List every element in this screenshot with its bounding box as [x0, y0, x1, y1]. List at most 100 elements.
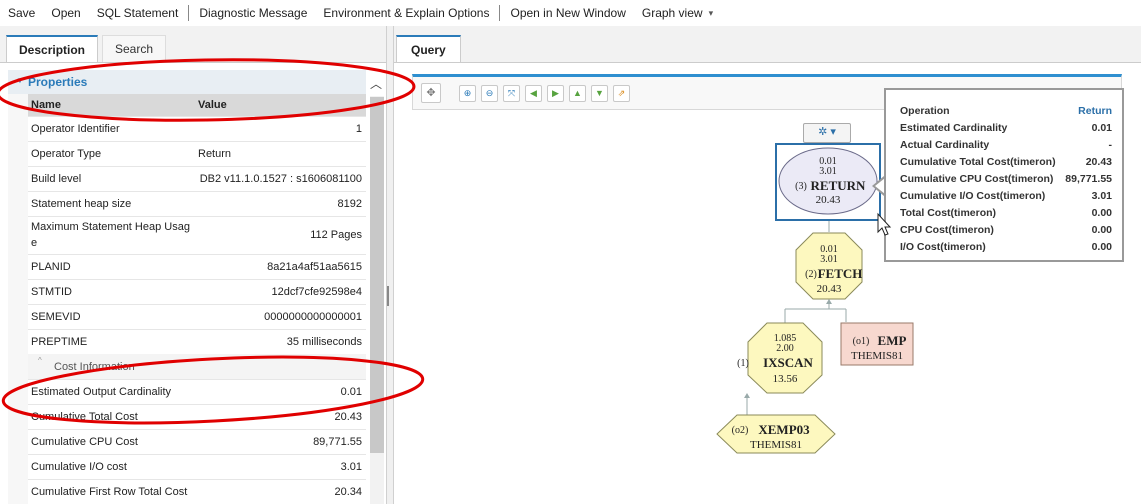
- row-name: SEMEVID: [31, 311, 81, 323]
- table-row[interactable]: Operator Identifier 1: [28, 116, 366, 142]
- row-name: Cumulative I/O cost: [31, 461, 127, 473]
- row-name: Estimated Output Cardinality: [31, 386, 172, 398]
- node-tooltip: Operation Return Estimated Cardinality 0…: [884, 88, 1124, 262]
- tooltip-row: Cumulative Total Cost(timeron) 20.43: [900, 156, 1112, 168]
- tooltip-value: 0.01: [1091, 122, 1112, 134]
- row-value: 8a21a4af51aa5615: [267, 261, 362, 273]
- tooltip-label: CPU Cost(timeron): [900, 224, 994, 236]
- tab-description[interactable]: Description: [6, 35, 99, 62]
- emp-id: (o1): [853, 336, 870, 347]
- table-row[interactable]: Statement heap size 8192: [28, 191, 366, 217]
- emp-label: EMP: [878, 333, 907, 348]
- left-tab-bar: Description Search: [0, 26, 386, 63]
- tooltip-row: I/O Cost(timeron) 0.00: [900, 241, 1112, 253]
- tooltip-row: Estimated Cardinality 0.01: [900, 122, 1112, 134]
- tooltip-value: 0.00: [1091, 241, 1112, 253]
- row-name: STMTID: [31, 286, 72, 298]
- table-row[interactable]: STMTID 12dcf7cfe92598e4: [28, 279, 366, 305]
- row-value: 0000000000000001: [264, 311, 362, 323]
- fetch-cost: 20.43: [817, 283, 842, 295]
- row-name: Cumulative Total Cost: [31, 411, 138, 423]
- emp-schema: THEMIS81: [851, 350, 903, 362]
- fetch-id: (2): [805, 269, 817, 280]
- row-name: Maximum Statement Heap Usag: [31, 221, 190, 233]
- properties-section: ▼ Properties ︿ Name Value Operator Ident…: [8, 70, 386, 504]
- table-row[interactable]: Operator Type Return: [28, 141, 366, 167]
- cost-information-section[interactable]: ^ Cost Information: [28, 354, 366, 380]
- scrollbar-thumb[interactable]: [370, 97, 384, 453]
- row-name: Build level: [31, 173, 82, 185]
- row-value: 12dcf7cfe92598e4: [271, 286, 362, 298]
- open-new-window-button[interactable]: Open in New Window: [502, 6, 633, 20]
- row-value: 20.43: [334, 411, 362, 423]
- table-row[interactable]: Estimated Output Cardinality 0.01: [28, 379, 366, 405]
- gear-icon[interactable]: ✲ ▾: [818, 126, 836, 138]
- collapse-caret-icon[interactable]: ^: [38, 356, 42, 365]
- row-name: Cumulative First Row Total Cost: [31, 486, 188, 498]
- fetch-io: 3.01: [820, 254, 838, 265]
- table-row[interactable]: Cumulative CPU Cost 89,771.55: [28, 429, 366, 455]
- table-row[interactable]: SEMEVID 0000000000000001: [28, 304, 366, 330]
- save-button[interactable]: Save: [0, 6, 43, 20]
- tooltip-row: Actual Cardinality -: [900, 139, 1112, 151]
- table-row[interactable]: Cumulative First Row Total Cost 20.34: [28, 479, 366, 504]
- row-value: 89,771.55: [313, 436, 362, 448]
- table-row[interactable]: Maximum Statement Heap Usag e 112 Pages: [28, 216, 366, 255]
- diagnostic-message-button[interactable]: Diagnostic Message: [191, 6, 315, 20]
- graph-view-dropdown[interactable]: Graph view: [634, 6, 711, 20]
- main-toolbar: Save Open SQL Statement Diagnostic Messa…: [0, 0, 1141, 27]
- return-io: 3.01: [819, 166, 837, 177]
- splitter-grip[interactable]: [387, 286, 389, 306]
- table-row[interactable]: Build level DB2 v11.1.0.1527 : s16060811…: [28, 166, 366, 192]
- ixscan-id: (1): [737, 358, 749, 369]
- fetch-label: FETCH: [818, 266, 863, 281]
- row-value: 3.01: [340, 461, 362, 473]
- node-settings-button[interactable]: ✲ ▾: [803, 123, 851, 143]
- tooltip-label: Estimated Cardinality: [900, 122, 1008, 134]
- return-id: (3): [795, 181, 807, 192]
- ixscan-cost: 13.56: [773, 373, 798, 385]
- tooltip-value: -: [1108, 139, 1113, 151]
- expand-caret-icon[interactable]: ▼: [16, 76, 24, 85]
- row-name: Statement heap size: [31, 198, 132, 210]
- row-value: 112 Pages: [310, 229, 362, 241]
- grid-header: Name Value: [28, 94, 366, 117]
- row-name: PLANID: [31, 261, 71, 273]
- ixscan-io: 2.00: [776, 343, 794, 354]
- table-row[interactable]: Cumulative Total Cost 20.43: [28, 404, 366, 430]
- tooltip-value: 89,771.55: [1065, 173, 1112, 185]
- row-name: Cumulative CPU Cost: [31, 436, 138, 448]
- table-row[interactable]: PLANID 8a21a4af51aa5615: [28, 254, 366, 280]
- tooltip-row: CPU Cost(timeron) 0.00: [900, 224, 1112, 236]
- tooltip-value: 0.00: [1091, 224, 1112, 236]
- sql-statement-button[interactable]: SQL Statement: [89, 6, 187, 20]
- tooltip-label: Actual Cardinality: [900, 139, 990, 151]
- tooltip-value: 20.43: [1085, 156, 1112, 168]
- scroll-up-icon[interactable]: ︿: [370, 75, 382, 92]
- toolbar-separator: [188, 5, 190, 21]
- table-row[interactable]: Cumulative I/O cost 3.01: [28, 454, 366, 480]
- tooltip-row: Cumulative CPU Cost(timeron) 89,771.55: [900, 173, 1112, 185]
- tooltip-label: Cumulative Total Cost(timeron): [900, 156, 1056, 168]
- tooltip-value: 0.00: [1091, 207, 1112, 219]
- row-value: 35 milliseconds: [286, 336, 362, 348]
- tab-search[interactable]: Search: [102, 35, 167, 62]
- tooltip-label: Cumulative CPU Cost(timeron): [900, 173, 1054, 185]
- row-value: 20.34: [334, 486, 362, 498]
- panel-splitter[interactable]: [386, 26, 394, 504]
- open-button[interactable]: Open: [43, 6, 88, 20]
- table-row[interactable]: PREPTIME 35 milliseconds: [28, 329, 366, 355]
- section-title: Cost Information: [54, 361, 135, 373]
- tooltip-label: Total Cost(timeron): [900, 207, 997, 219]
- ixscan-label: IXSCAN: [763, 355, 813, 370]
- row-value: 8192: [337, 198, 362, 210]
- tooltip-label: I/O Cost(timeron): [900, 241, 986, 253]
- xemp03-schema: THEMIS81: [750, 439, 802, 451]
- environment-explain-button[interactable]: Environment & Explain Options: [315, 6, 497, 20]
- tooltip-label: Operation: [900, 105, 950, 117]
- edge-arrow: [826, 299, 832, 304]
- column-header-value: Value: [198, 99, 227, 111]
- chevron-down-icon[interactable]: ▾: [709, 8, 714, 19]
- properties-header[interactable]: ▼ Properties: [8, 70, 366, 95]
- properties-title: Properties: [28, 75, 88, 89]
